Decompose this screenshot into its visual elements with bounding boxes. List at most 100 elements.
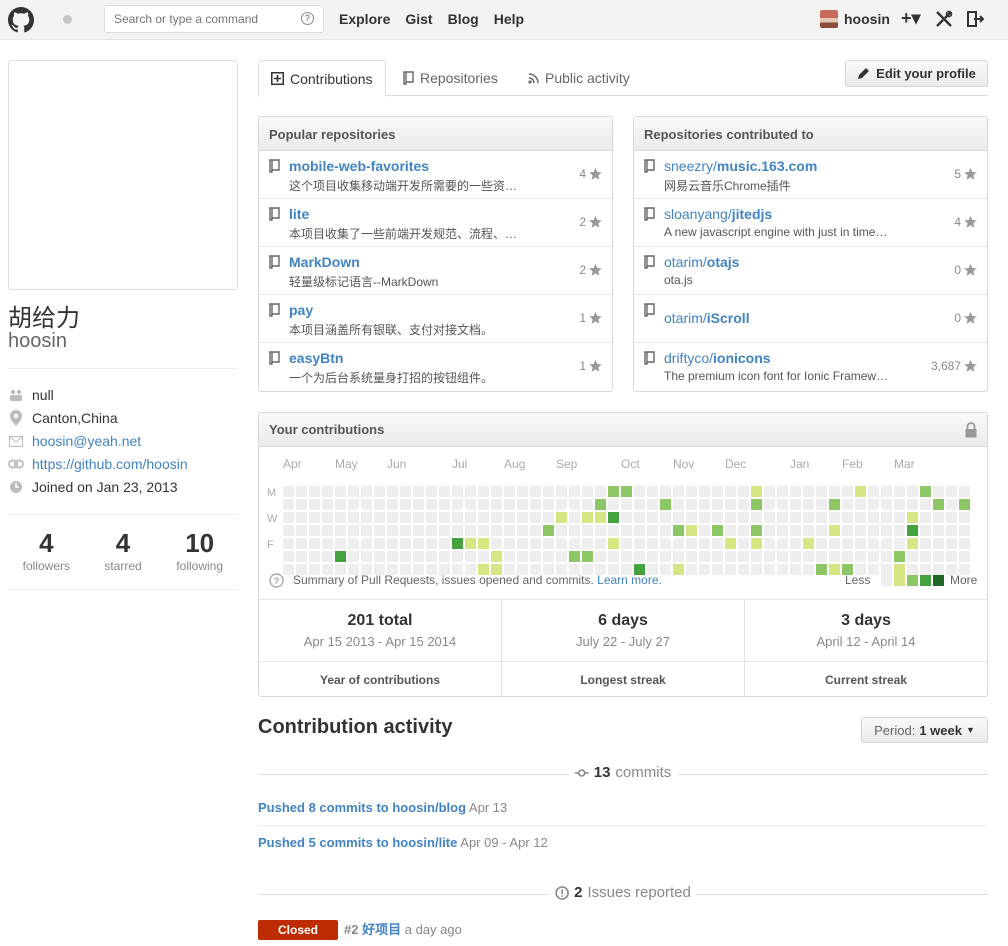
calendar-day[interactable] (335, 512, 346, 523)
calendar-day[interactable] (452, 486, 463, 497)
calendar-day[interactable] (842, 538, 853, 549)
calendar-day[interactable] (946, 512, 957, 523)
calendar-day[interactable] (907, 525, 918, 536)
calendar-day[interactable] (881, 525, 892, 536)
calendar-day[interactable] (309, 525, 320, 536)
nav-gist[interactable]: Gist (405, 11, 432, 27)
repo-link[interactable]: mobile-web-favorites (289, 158, 429, 174)
calendar-day[interactable] (816, 499, 827, 510)
calendar-day[interactable] (621, 551, 632, 562)
calendar-day[interactable] (452, 512, 463, 523)
calendar-day[interactable] (335, 499, 346, 510)
calendar-day[interactable] (816, 486, 827, 497)
calendar-day[interactable] (322, 538, 333, 549)
calendar-day[interactable] (569, 538, 580, 549)
calendar-day[interactable] (725, 551, 736, 562)
nav-explore[interactable]: Explore (339, 11, 390, 27)
calendar-day[interactable] (621, 486, 632, 497)
calendar-day[interactable] (569, 486, 580, 497)
calendar-day[interactable] (790, 525, 801, 536)
calendar-day[interactable] (517, 538, 528, 549)
issue-number[interactable]: #2 (344, 922, 358, 937)
settings-tools-icon[interactable] (935, 10, 953, 28)
calendar-day[interactable] (764, 525, 775, 536)
calendar-day[interactable] (595, 525, 606, 536)
calendar-day[interactable] (881, 551, 892, 562)
calendar-day[interactable] (673, 538, 684, 549)
calendar-day[interactable] (790, 512, 801, 523)
detail-email-link[interactable]: hoosin@yeah.net (32, 433, 141, 449)
calendar-day[interactable] (595, 538, 606, 549)
calendar-day[interactable] (660, 512, 671, 523)
calendar-day[interactable] (374, 525, 385, 536)
calendar-day[interactable] (634, 499, 645, 510)
calendar-day[interactable] (868, 499, 879, 510)
calendar-day[interactable] (647, 499, 658, 510)
repo-link[interactable]: otarim/otajs (664, 254, 739, 270)
calendar-day[interactable] (686, 538, 697, 549)
calendar-day[interactable] (582, 499, 593, 510)
search-help-icon[interactable]: ? (301, 12, 314, 25)
calendar-day[interactable] (296, 538, 307, 549)
calendar-day[interactable] (829, 551, 840, 562)
calendar-day[interactable] (543, 538, 554, 549)
repo-link[interactable]: sloanyang/jitedjs (664, 206, 772, 222)
calendar-day[interactable] (803, 499, 814, 510)
calendar-day[interactable] (829, 499, 840, 510)
calendar-day[interactable] (621, 499, 632, 510)
calendar-day[interactable] (920, 525, 931, 536)
calendar-day[interactable] (946, 486, 957, 497)
calendar-day[interactable] (959, 486, 970, 497)
calendar-day[interactable] (946, 538, 957, 549)
calendar-day[interactable] (283, 551, 294, 562)
calendar-day[interactable] (400, 551, 411, 562)
calendar-day[interactable] (829, 525, 840, 536)
calendar-day[interactable] (647, 525, 658, 536)
calendar-day[interactable] (348, 538, 359, 549)
calendar-day[interactable] (426, 512, 437, 523)
calendar-day[interactable] (608, 499, 619, 510)
calendar-day[interactable] (374, 486, 385, 497)
calendar-day[interactable] (751, 538, 762, 549)
calendar-day[interactable] (881, 538, 892, 549)
calendar-day[interactable] (465, 512, 476, 523)
calendar-day[interactable] (699, 525, 710, 536)
calendar-day[interactable] (478, 499, 489, 510)
calendar-day[interactable] (374, 499, 385, 510)
calendar-day[interactable] (686, 551, 697, 562)
calendar-day[interactable] (686, 499, 697, 510)
calendar-day[interactable] (764, 538, 775, 549)
calendar-day[interactable] (426, 551, 437, 562)
calendar-day[interactable] (387, 525, 398, 536)
calendar-day[interactable] (322, 551, 333, 562)
header-avatar[interactable] (820, 10, 838, 28)
calendar-day[interactable] (751, 486, 762, 497)
calendar-day[interactable] (634, 512, 645, 523)
calendar-day[interactable] (556, 486, 567, 497)
calendar-day[interactable] (764, 499, 775, 510)
calendar-day[interactable] (491, 525, 502, 536)
calendar-day[interactable] (920, 538, 931, 549)
calendar-day[interactable] (452, 499, 463, 510)
calendar-day[interactable] (348, 512, 359, 523)
calendar-day[interactable] (439, 551, 450, 562)
calendar-day[interactable] (829, 512, 840, 523)
calendar-day[interactable] (699, 499, 710, 510)
calendar-day[interactable] (920, 551, 931, 562)
calendar-day[interactable] (959, 551, 970, 562)
calendar-day[interactable] (504, 551, 515, 562)
calendar-day[interactable] (400, 538, 411, 549)
calendar-day[interactable] (283, 499, 294, 510)
calendar-day[interactable] (582, 551, 593, 562)
calendar-day[interactable] (530, 525, 541, 536)
calendar-day[interactable] (530, 512, 541, 523)
calendar-day[interactable] (556, 538, 567, 549)
calendar-day[interactable] (777, 538, 788, 549)
calendar-day[interactable] (855, 551, 866, 562)
push-link[interactable]: Pushed 8 commits to hoosin/blog (258, 800, 466, 815)
calendar-day[interactable] (322, 512, 333, 523)
calendar-day[interactable] (959, 525, 970, 536)
calendar-day[interactable] (322, 486, 333, 497)
calendar-day[interactable] (608, 486, 619, 497)
calendar-day[interactable] (517, 551, 528, 562)
